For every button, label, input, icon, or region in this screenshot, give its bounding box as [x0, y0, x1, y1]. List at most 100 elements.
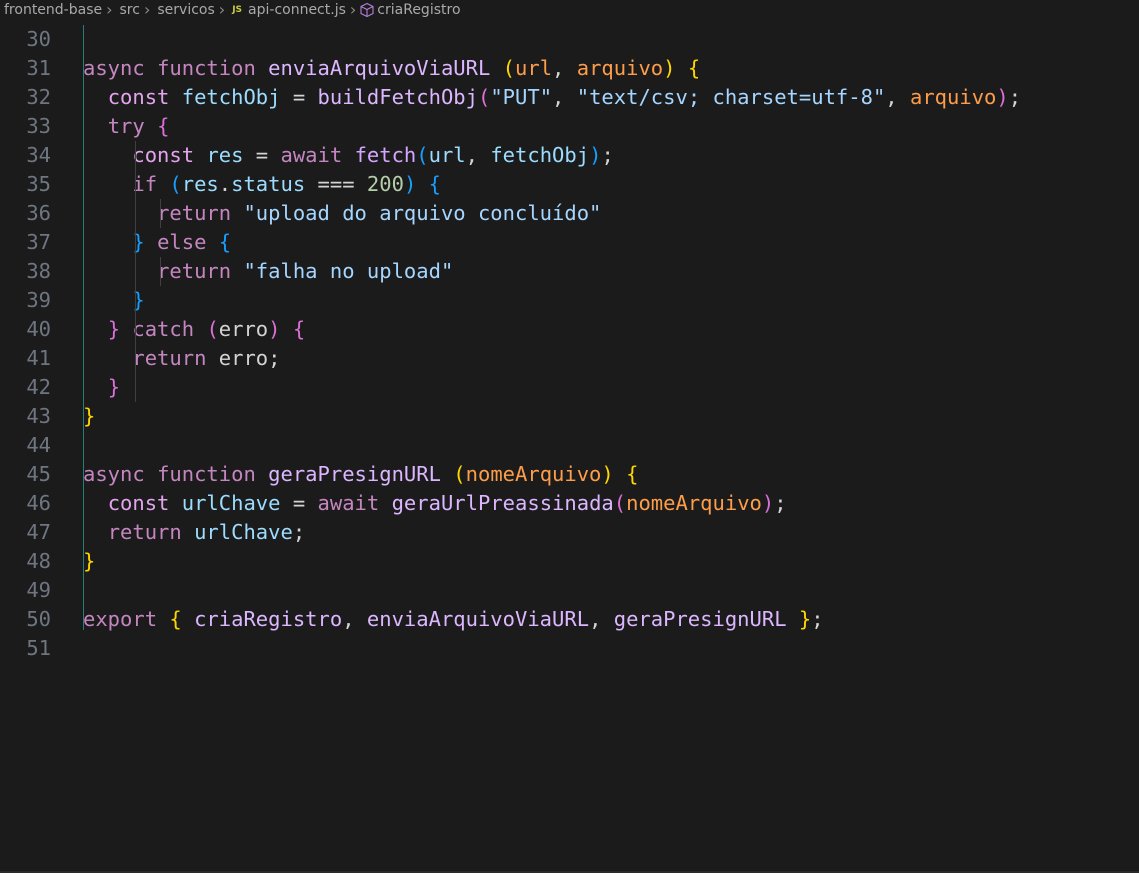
code-token: return	[157, 201, 232, 225]
code-line[interactable]: 50 export { criaRegistro, enviaArquivoVia…	[0, 605, 1139, 634]
breadcrumb-item-criaRegistro[interactable]: criaRegistro	[377, 2, 460, 18]
code-token: urlChave	[181, 491, 281, 515]
breadcrumb-item-src[interactable]: src	[116, 2, 140, 18]
code-line[interactable]: 35 if (res.status === 200) {	[0, 170, 1139, 199]
code-line[interactable]: 40 } catch (erro) {	[0, 315, 1139, 344]
code-token: .	[218, 172, 232, 196]
code-token: (	[613, 491, 627, 515]
code-token: )	[663, 56, 676, 80]
code-token: const	[107, 491, 170, 515]
code-line[interactable]: 30	[0, 25, 1139, 54]
code-token: urlChave	[194, 520, 293, 544]
code-line[interactable]: 51	[0, 634, 1139, 663]
code-token: 200	[366, 172, 404, 196]
code-token: ;	[811, 607, 824, 631]
code-line[interactable]: 41 return erro;	[0, 344, 1139, 373]
line-number: 44	[26, 433, 51, 457]
code-line[interactable]: 45 async function geraPresignURL (nomeArq…	[0, 460, 1139, 489]
line-number: 47	[26, 520, 51, 544]
code-text: const fetchObj = buildFetchObj("PUT", "t…	[83, 83, 1021, 112]
code-token: "PUT"	[490, 85, 553, 109]
code-token: async	[83, 462, 145, 486]
code-token: enviaArquivoViaURL	[366, 607, 590, 631]
js-file-icon: JS	[232, 5, 243, 15]
code-editor[interactable]: 30 31 async function enviaArquivoViaURL (u…	[0, 25, 1139, 665]
code-token: return	[157, 259, 232, 283]
code-token: {	[218, 230, 232, 254]
code-token: (	[502, 56, 516, 80]
code-token: geraPresignURL	[268, 462, 441, 486]
breadcrumb-item-frontend-base[interactable]: frontend-base	[0, 2, 102, 18]
code-token: ,	[465, 143, 491, 167]
line-number: 48	[26, 549, 51, 573]
code-line[interactable]: 46 const urlChave = await geraUrlPreassi…	[0, 489, 1139, 518]
line-number: 35	[26, 172, 51, 196]
code-text: async function enviaArquivoViaURL (url, …	[83, 54, 700, 83]
code-line[interactable]: 31 async function enviaArquivoViaURL (url…	[0, 54, 1139, 83]
line-number: 34	[26, 143, 51, 167]
code-line[interactable]: 36 return "upload do arquivo concluído"	[0, 199, 1139, 228]
code-text: async function geraPresignURL (nomeArqui…	[83, 460, 638, 489]
code-token: ===	[305, 172, 367, 196]
code-line[interactable]: 38 return "falha no upload"	[0, 257, 1139, 286]
code-text: if (res.status === 200) {	[83, 170, 441, 199]
code-text: try {	[83, 112, 170, 141]
code-token: buildFetchObj	[317, 85, 478, 109]
code-line[interactable]: 49	[0, 576, 1139, 605]
code-line[interactable]: 37 } else {	[0, 228, 1139, 257]
code-token: ;	[774, 491, 787, 515]
code-line[interactable]: 47 return urlChave;	[0, 518, 1139, 547]
line-number: 42	[26, 375, 51, 399]
line-number: 41	[26, 346, 51, 370]
code-token: export	[83, 607, 158, 631]
code-token: )	[403, 172, 417, 196]
code-token: geraUrlPreassinada	[391, 491, 614, 515]
breadcrumb-item-servicos[interactable]: servicos	[153, 2, 214, 18]
code-token: {	[428, 172, 441, 196]
code-token: )	[761, 491, 775, 515]
code-token: {	[687, 56, 701, 80]
code-line[interactable]: 39 }	[0, 286, 1139, 315]
code-token: (	[169, 172, 182, 196]
code-line[interactable]: 42 }	[0, 373, 1139, 402]
code-token: }	[83, 549, 96, 573]
code-line[interactable]: 48}	[0, 547, 1139, 576]
code-token: return	[107, 520, 182, 544]
code-token: nomeArquivo	[626, 491, 762, 515]
code-token: arquivo	[909, 85, 997, 109]
code-token: {	[169, 607, 182, 631]
code-line[interactable]: 44	[0, 431, 1139, 460]
line-number: 32	[26, 85, 51, 109]
line-number: 49	[26, 578, 51, 602]
code-line[interactable]: 43}	[0, 402, 1139, 431]
code-token: (	[477, 85, 491, 109]
code-token: nomeArquivo	[465, 462, 602, 486]
breadcrumb-item-api-connect[interactable]: api-connect.js	[248, 2, 346, 18]
code-token: const	[107, 85, 170, 109]
line-number: 50	[26, 607, 51, 631]
code-token: {	[157, 114, 170, 138]
code-token: }	[798, 607, 812, 631]
code-token: res	[206, 143, 244, 167]
code-line[interactable]: 32 const fetchObj = buildFetchObj("PUT",…	[0, 83, 1139, 112]
code-text: }	[83, 547, 95, 576]
code-token: else	[157, 230, 207, 254]
code-token: async	[83, 56, 145, 80]
code-line[interactable]: 34 const res = await fetch(url, fetchObj…	[0, 141, 1139, 170]
code-line[interactable]: 33 try {	[0, 112, 1139, 141]
code-text: return "falha no upload"	[83, 257, 453, 286]
